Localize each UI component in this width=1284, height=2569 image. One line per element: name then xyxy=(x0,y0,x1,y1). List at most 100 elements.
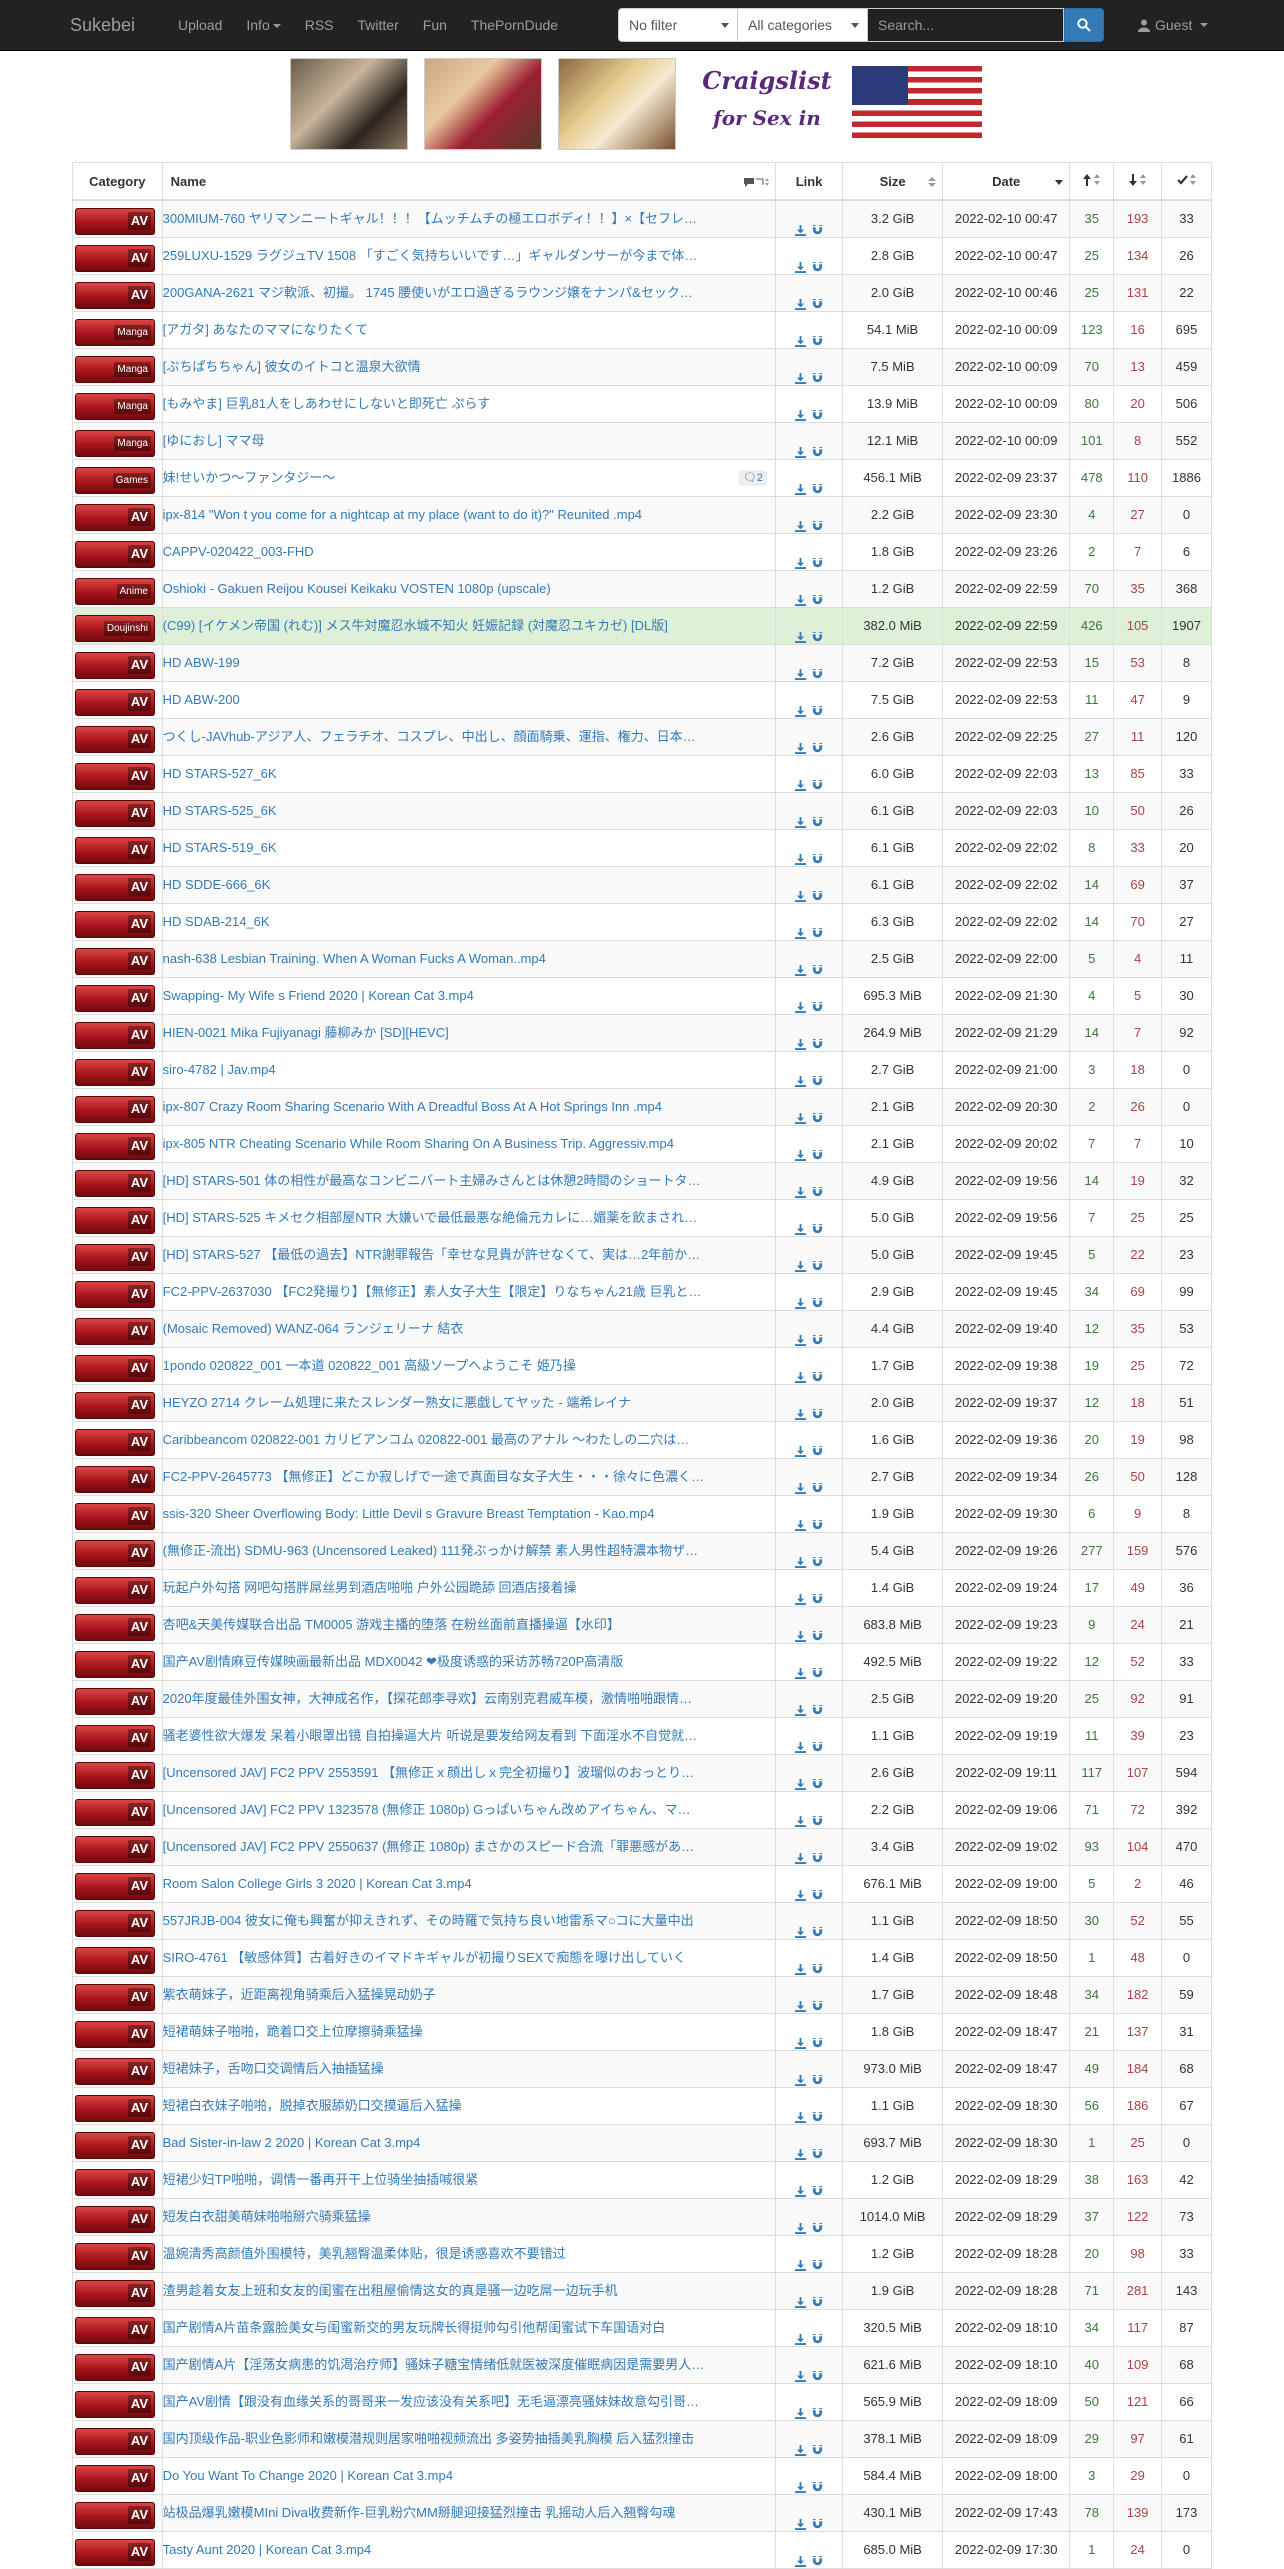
download-icon[interactable] xyxy=(795,1509,807,1532)
torrent-title-link[interactable]: 国产AV剧情【跟没有血缘关系的哥哥来一发应该没有关系吧】无毛逼漂亮骚妹妹故意勾引… xyxy=(163,2394,699,2409)
category-badge[interactable]: AV xyxy=(75,2316,155,2344)
category-badge[interactable]: AV xyxy=(75,2390,155,2418)
category-badge[interactable]: AV xyxy=(75,1835,155,1863)
magnet-icon[interactable] xyxy=(812,436,823,457)
torrent-title-link[interactable]: Do You Want To Change 2020 | Korean Cat … xyxy=(163,2468,453,2483)
torrent-title-link[interactable]: siro-4782 | Jav.mp4 xyxy=(163,1062,275,1077)
magnet-icon[interactable] xyxy=(812,1176,823,1197)
torrent-title-link[interactable]: [Uncensored JAV] FC2 PPV 2553591 【無修正ｘ顔出… xyxy=(163,1765,694,1780)
nav-upload[interactable]: Upload xyxy=(166,0,234,50)
category-badge[interactable]: AV xyxy=(75,984,155,1012)
torrent-title-link[interactable]: HD SDDE-666_6K xyxy=(163,877,270,892)
download-icon[interactable] xyxy=(795,1879,807,1902)
torrent-title-link[interactable]: HEYZO 2714 クレーム処理に来たスレンダー熟女に悪戯してヤッた - 端希… xyxy=(163,1395,631,1410)
magnet-icon[interactable] xyxy=(812,2064,823,2085)
download-icon[interactable] xyxy=(795,473,807,496)
torrent-title-link[interactable]: [HD] STARS-527 【最低の過去】NTR謝罪報告「幸せな見貴が許せなく… xyxy=(163,1247,700,1262)
download-icon[interactable] xyxy=(795,1990,807,2013)
category-badge[interactable]: AV xyxy=(75,1206,155,1234)
user-menu[interactable]: Guest xyxy=(1138,0,1209,50)
magnet-icon[interactable] xyxy=(812,1583,823,1604)
category-badge[interactable]: Manga xyxy=(75,318,155,346)
torrent-title-link[interactable]: [アガタ] あなたのママになりたくて xyxy=(163,322,368,337)
magnet-icon[interactable] xyxy=(812,2545,823,2566)
download-icon[interactable] xyxy=(795,2397,807,2420)
magnet-icon[interactable] xyxy=(812,1694,823,1715)
magnet-icon[interactable] xyxy=(812,695,823,716)
magnet-icon[interactable] xyxy=(812,621,823,642)
download-icon[interactable] xyxy=(795,695,807,718)
magnet-icon[interactable] xyxy=(812,769,823,790)
category-badge[interactable]: AV xyxy=(75,1539,155,1567)
magnet-icon[interactable] xyxy=(812,1620,823,1641)
download-icon[interactable] xyxy=(795,1583,807,1606)
category-badge[interactable]: AV xyxy=(75,281,155,309)
download-icon[interactable] xyxy=(795,991,807,1014)
download-icon[interactable] xyxy=(795,2212,807,2235)
magnet-icon[interactable] xyxy=(812,2027,823,2048)
category-badge[interactable]: AV xyxy=(75,1576,155,1604)
magnet-icon[interactable] xyxy=(812,2508,823,2529)
magnet-icon[interactable] xyxy=(812,362,823,383)
torrent-title-link[interactable]: 国产AV剧情麻豆传媒映画最新出品 MDX0042 ❤极度诱惑的采访苏畅720P高… xyxy=(163,1654,623,1669)
magnet-icon[interactable] xyxy=(812,954,823,975)
download-icon[interactable] xyxy=(795,1546,807,1569)
magnet-icon[interactable] xyxy=(812,1509,823,1530)
category-badge[interactable]: AV xyxy=(75,2094,155,2122)
download-icon[interactable] xyxy=(795,1694,807,1717)
filter-select[interactable]: No filter xyxy=(618,8,738,42)
magnet-icon[interactable] xyxy=(812,1768,823,1789)
magnet-icon[interactable] xyxy=(812,399,823,420)
magnet-icon[interactable] xyxy=(812,843,823,864)
download-icon[interactable] xyxy=(795,2545,807,2568)
category-badge[interactable]: AV xyxy=(75,1465,155,1493)
category-badge[interactable]: AV xyxy=(75,1243,155,1271)
torrent-title-link[interactable]: 259LUXU-1529 ラグジュTV 1508 「すごく気持ちいいです…」ギャ… xyxy=(163,248,697,263)
nav-rss[interactable]: RSS xyxy=(293,0,346,50)
download-icon[interactable] xyxy=(795,251,807,274)
magnet-icon[interactable] xyxy=(812,880,823,901)
download-icon[interactable] xyxy=(795,1250,807,1273)
magnet-icon[interactable] xyxy=(812,2323,823,2344)
download-icon[interactable] xyxy=(795,1139,807,1162)
magnet-icon[interactable] xyxy=(812,1213,823,1234)
search-button[interactable] xyxy=(1064,8,1104,42)
magnet-icon[interactable] xyxy=(812,214,823,235)
download-icon[interactable] xyxy=(795,2249,807,2272)
torrent-title-link[interactable]: Tasty Aunt 2020 | Korean Cat 3.mp4 xyxy=(163,2542,371,2557)
category-badge[interactable]: AV xyxy=(75,1428,155,1456)
torrent-title-link[interactable]: 短裙白衣妹子啪啪，脱掉衣服舔奶口交摸逼后入猛操 xyxy=(163,2098,462,2113)
torrent-title-link[interactable]: 玩起户外勾搭 网吧勾搭胖屌丝男到酒店啪啪 户外公园跪舔 回酒店接着操 xyxy=(163,1580,576,1595)
download-icon[interactable] xyxy=(795,436,807,459)
torrent-title-link[interactable]: 短裙妹子，舌吻口交调情后入抽插猛操 xyxy=(163,2061,384,2076)
download-icon[interactable] xyxy=(795,510,807,533)
download-icon[interactable] xyxy=(795,621,807,644)
torrent-title-link[interactable]: 渣男趁着女友上班和女友的闺蜜在出租屋偷情这女的真是骚一边吃屌一边玩手机 xyxy=(163,2283,618,2298)
torrent-title-link[interactable]: HD STARS-527_6K xyxy=(163,766,276,781)
magnet-icon[interactable] xyxy=(812,584,823,605)
category-badge[interactable]: AV xyxy=(75,947,155,975)
category-badge[interactable]: AV xyxy=(75,1354,155,1382)
magnet-icon[interactable] xyxy=(812,2471,823,2492)
magnet-icon[interactable] xyxy=(812,2249,823,2270)
torrent-title-link[interactable]: HD ABW-199 xyxy=(163,655,240,670)
category-badge[interactable]: AV xyxy=(75,725,155,753)
category-badge[interactable]: AV xyxy=(75,2242,155,2270)
torrent-title-link[interactable]: HD SDAB-214_6K xyxy=(163,914,269,929)
torrent-title-link[interactable]: [ゆにおし] ママ母 xyxy=(163,433,264,448)
torrent-title-link[interactable]: [ぷちぱちちゃん] 彼女のイトコと温泉大欲情 xyxy=(163,359,420,374)
brand-link[interactable]: Sukebei xyxy=(70,0,135,50)
header-leechers[interactable] xyxy=(1113,162,1163,201)
category-badge[interactable]: AV xyxy=(75,2464,155,2492)
download-icon[interactable] xyxy=(795,2101,807,2124)
torrent-title-link[interactable]: 妹!せいかつ～ファンタジー～ xyxy=(163,470,335,485)
torrent-title-link[interactable]: HIEN-0021 Mika Fujiyanagi 藤柳みか [SD][HEVC… xyxy=(163,1025,449,1040)
download-icon[interactable] xyxy=(795,1953,807,1976)
torrent-title-link[interactable]: [もみやま] 巨乳81人をしあわせにしないと即死亡 ぷらす xyxy=(163,396,490,411)
download-icon[interactable] xyxy=(795,732,807,755)
category-badge[interactable]: AV xyxy=(75,1724,155,1752)
torrent-title-link[interactable]: CAPPV-020422_003-FHD xyxy=(163,544,314,559)
download-icon[interactable] xyxy=(795,1731,807,1754)
torrent-title-link[interactable]: 557JRJB-004 彼女に俺も興奮が抑えきれず、その時羅で気持ち良い地雷系マ… xyxy=(163,1913,693,1928)
torrent-title-link[interactable]: (Mosaic Removed) WANZ-064 ランジェリーナ 結衣 xyxy=(163,1321,463,1336)
